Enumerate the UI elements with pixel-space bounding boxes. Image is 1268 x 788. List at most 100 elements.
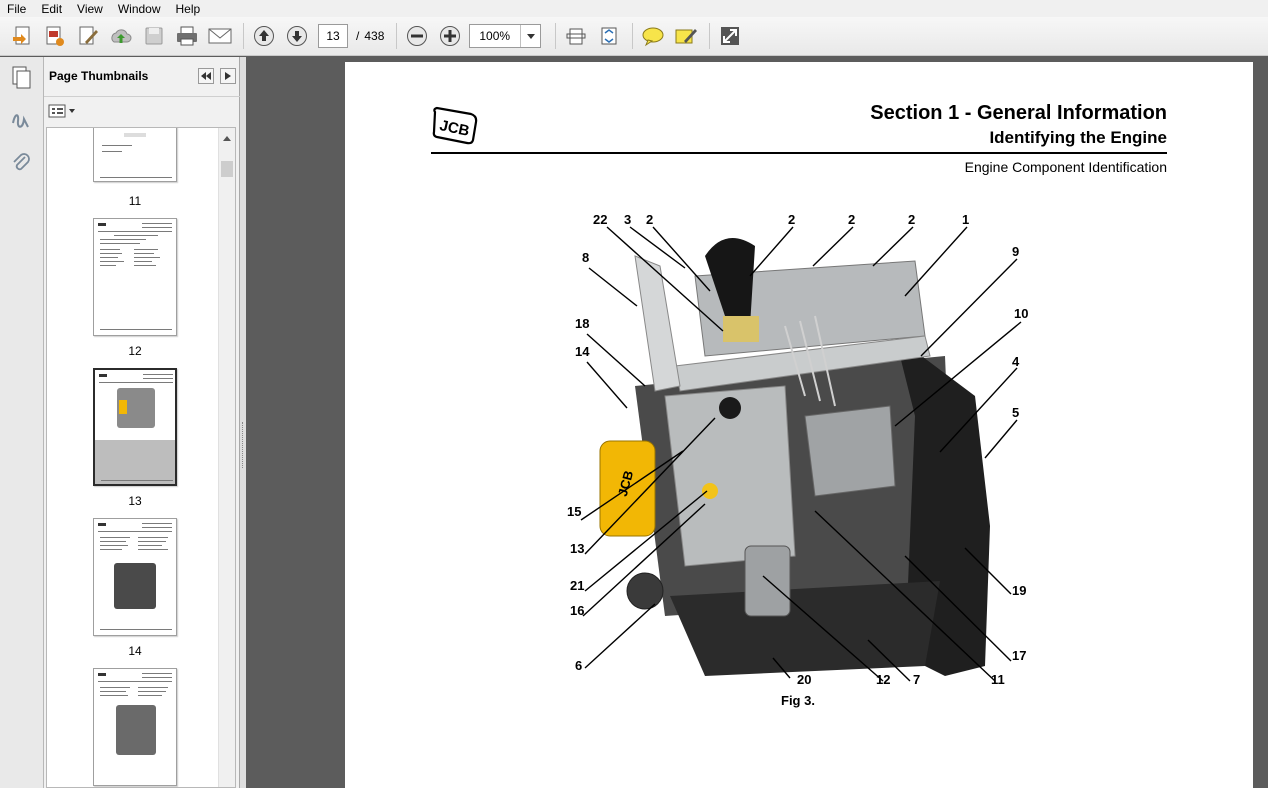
menu-bar: File Edit View Window Help <box>0 0 1268 17</box>
callout-label: 14 <box>575 344 590 359</box>
fit-width-button[interactable] <box>595 22 623 50</box>
thumbnail-label: 12 <box>128 344 142 358</box>
options-menu-icon <box>48 104 75 118</box>
callout-label: 18 <box>575 316 589 331</box>
pages-icon <box>12 66 31 89</box>
callout-label: 13 <box>570 541 584 556</box>
chevron-down-icon <box>526 33 535 39</box>
callout-label: 5 <box>1012 405 1019 420</box>
scrollbar-thumb[interactable] <box>221 161 233 177</box>
callout-label: 6 <box>575 658 582 673</box>
page-total: 438 <box>364 29 385 43</box>
fit-page-icon <box>566 28 586 45</box>
callout-label: 12 <box>876 672 890 686</box>
callout-label: 11 <box>991 672 1005 686</box>
page-subtitle: Identifying the Engine <box>989 128 1167 147</box>
save-button[interactable] <box>140 22 168 50</box>
panel-title: Page Thumbnails <box>49 69 149 83</box>
crank-pulley <box>626 572 664 610</box>
zoom-select[interactable]: 100% <box>469 24 542 48</box>
chevron-up-icon <box>223 135 231 141</box>
engine-figure: JCB 22 3 2 2 2 2 1 8 9 18 10 14 4 5 15 1… <box>567 212 1028 686</box>
toolbar-separator <box>632 23 634 49</box>
printer-icon <box>177 26 197 46</box>
fit-page-button[interactable] <box>562 22 590 50</box>
callout-label: 15 <box>567 504 581 519</box>
cloud-upload-icon <box>111 29 132 43</box>
comment-button[interactable] <box>639 22 667 50</box>
collapse-panel-button[interactable] <box>198 68 214 84</box>
callout-label: 2 <box>788 212 795 227</box>
upload-button[interactable] <box>107 22 135 50</box>
section-heading: Engine Component Identification <box>964 159 1167 175</box>
callout-label: 9 <box>1012 244 1019 259</box>
chevron-right-icon <box>225 72 231 80</box>
email-button[interactable] <box>206 22 234 50</box>
signatures-tab[interactable] <box>8 107 34 133</box>
inlet-flange <box>723 316 759 342</box>
attachments-tab[interactable] <box>8 149 34 175</box>
menu-help[interactable]: Help <box>169 1 209 17</box>
navigation-pane-strip <box>0 57 44 788</box>
thumbnail-page[interactable] <box>93 518 177 636</box>
scroll-up-button[interactable] <box>219 130 235 146</box>
thumbnail-label: 11 <box>128 194 142 208</box>
thumbnail-page[interactable] <box>93 218 177 336</box>
callout-label: 16 <box>570 603 584 618</box>
acrobat-window: File Edit View Window Help 13 / 438 100%… <box>0 0 1268 788</box>
callout-label: 2 <box>646 212 653 227</box>
callout-label: 1 <box>962 212 969 227</box>
expand-icon <box>721 27 740 45</box>
print-button[interactable] <box>173 22 201 50</box>
lifting-bracket <box>634 255 681 392</box>
page-separator: / <box>356 29 360 43</box>
page-thumbnails-tab[interactable] <box>8 65 34 91</box>
toolbar-separator <box>396 23 398 49</box>
toolbar: 13 / 438 100% <box>0 17 1268 56</box>
thumbnail-scrollbar[interactable] <box>218 128 235 787</box>
edit-document-button[interactable] <box>74 22 102 50</box>
header-rule <box>431 152 1167 154</box>
callout-label: 21 <box>570 578 584 593</box>
callout-label: 19 <box>1012 583 1026 598</box>
callout-label: 10 <box>1014 306 1028 321</box>
fuel-filter <box>744 545 791 617</box>
menu-window[interactable]: Window <box>111 1 169 17</box>
callout-label: 2 <box>908 212 915 227</box>
expand-panel-button[interactable] <box>220 68 236 84</box>
callout-label: 7 <box>913 672 920 686</box>
previous-page-button[interactable] <box>250 22 278 50</box>
thumbnail-page[interactable] <box>93 668 177 786</box>
next-page-button[interactable] <box>283 22 311 50</box>
arrow-up-circle-icon <box>254 26 274 46</box>
combine-files-button[interactable] <box>41 22 69 50</box>
zoom-out-button[interactable] <box>403 22 431 50</box>
signature-icon <box>12 114 29 128</box>
paperclip-icon <box>13 153 30 171</box>
highlight-button[interactable] <box>672 22 700 50</box>
toolbar-separator <box>243 23 244 49</box>
full-screen-button[interactable] <box>716 22 744 50</box>
zoom-dropdown[interactable] <box>520 25 540 47</box>
callout-label: 22 <box>593 212 607 227</box>
thumbnail-page-selected[interactable] <box>93 368 177 486</box>
thumbnail-label: 13 <box>128 494 142 508</box>
page-number-input[interactable]: 13 <box>318 24 348 48</box>
pdf-page: JCB Section 1 - General Information Iden… <box>345 62 1253 788</box>
callout-label: 2 <box>848 212 855 227</box>
document-area[interactable]: JCB Section 1 - General Information Iden… <box>246 57 1268 788</box>
menu-edit[interactable]: Edit <box>34 1 70 17</box>
zoom-in-button[interactable] <box>436 22 464 50</box>
oil-sump <box>670 581 940 676</box>
callout-label: 4 <box>1012 354 1020 369</box>
toolbar-separator <box>555 23 557 49</box>
menu-view[interactable]: View <box>70 1 111 17</box>
fit-width-icon <box>601 27 617 45</box>
thumbnail-page[interactable] <box>93 128 177 182</box>
menu-file[interactable]: File <box>0 1 34 17</box>
thumbnail-options-button[interactable] <box>48 102 78 120</box>
callout-label: 3 <box>624 212 631 227</box>
create-pdf-button[interactable] <box>8 22 36 50</box>
section-title: Section 1 - General Information <box>870 102 1167 124</box>
create-pdf-icon <box>13 26 30 45</box>
